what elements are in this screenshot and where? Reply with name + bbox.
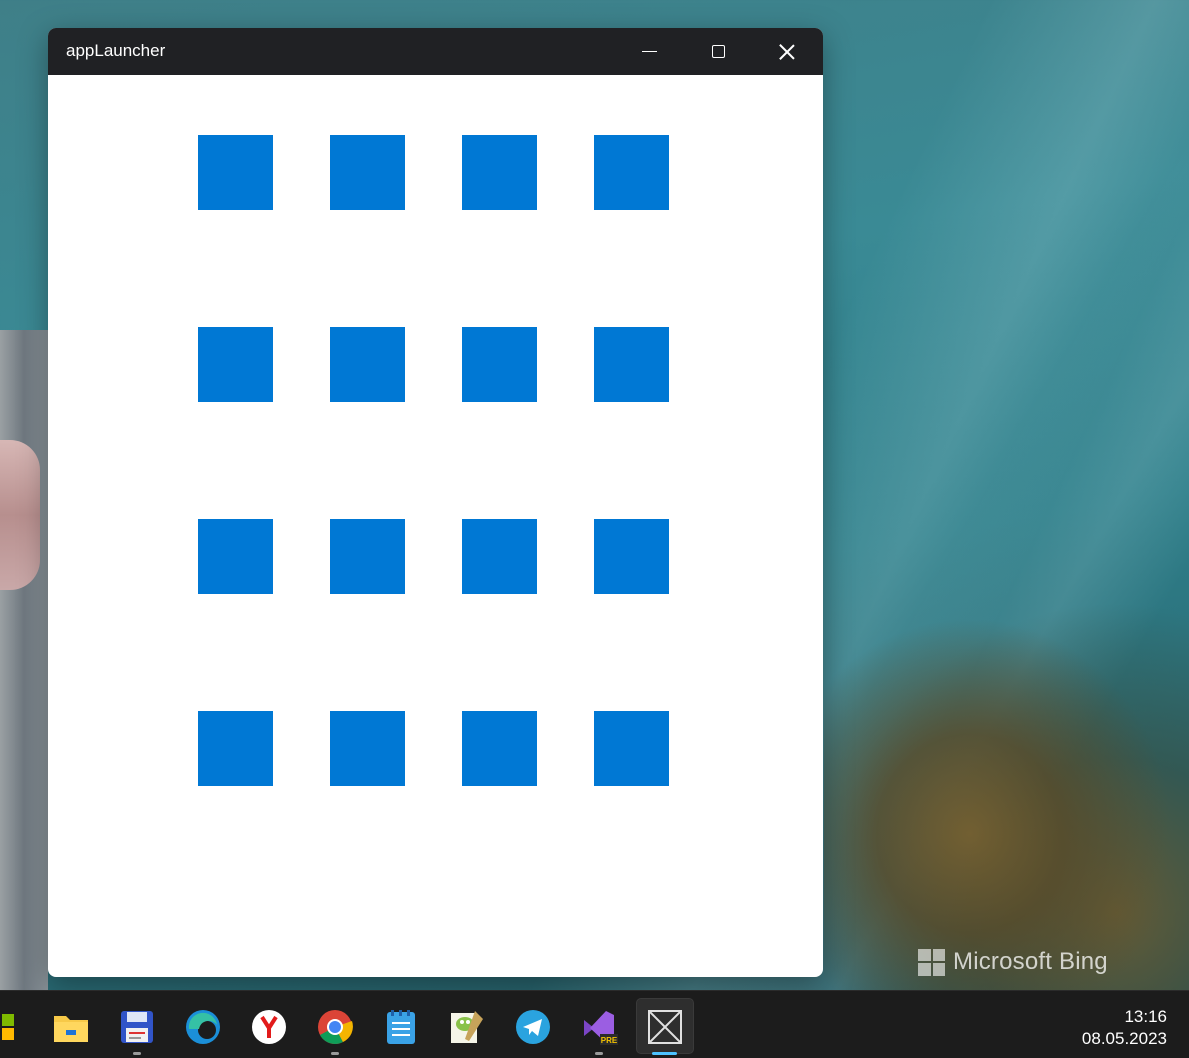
wallpaper-kelp — [824, 600, 1189, 990]
chrome-icon[interactable] — [316, 1008, 354, 1046]
notepad-icon[interactable] — [382, 1008, 420, 1046]
app-tile[interactable] — [330, 135, 405, 210]
windows-start-icon[interactable] — [0, 1008, 20, 1046]
file-explorer-icon[interactable] — [52, 1008, 90, 1046]
app-tile[interactable] — [198, 135, 273, 210]
window-title: appLauncher — [66, 41, 166, 60]
yandex-browser-icon[interactable] — [250, 1008, 288, 1046]
maximize-button[interactable] — [684, 28, 752, 75]
wallpaper-seal-mouth — [0, 440, 40, 590]
app-tile[interactable] — [330, 327, 405, 402]
system-clock[interactable]: 13:16 08.05.2023 — [1082, 1006, 1167, 1050]
clock-time: 13:16 — [1124, 1007, 1167, 1026]
taskbar: PRE 13:16 08.05.2023 — [0, 990, 1189, 1058]
minimize-icon — [641, 50, 657, 53]
app-tile[interactable] — [330, 711, 405, 786]
telegram-icon[interactable] — [514, 1008, 552, 1046]
taskbar-active-indicator — [652, 1052, 677, 1055]
maximize-icon — [711, 45, 725, 58]
app-tile[interactable] — [462, 327, 537, 402]
app-tile[interactable] — [198, 327, 273, 402]
floppy-disk-icon[interactable] — [118, 1008, 156, 1046]
app-tile[interactable] — [462, 711, 537, 786]
app-tile[interactable] — [330, 519, 405, 594]
close-icon — [779, 44, 795, 60]
svg-text:PRE: PRE — [601, 1036, 618, 1045]
app-tile[interactable] — [462, 135, 537, 210]
minimize-button[interactable] — [615, 28, 683, 75]
bing-watermark: Microsoft Bing — [918, 948, 1108, 976]
title-bar[interactable]: appLauncher — [48, 28, 823, 75]
wallpaper-seal — [0, 330, 48, 990]
app-tile[interactable] — [594, 519, 669, 594]
edge-icon[interactable] — [184, 1008, 222, 1046]
clock-date: 08.05.2023 — [1081, 1029, 1167, 1048]
visual-studio-preview-icon[interactable]: PRE — [580, 1008, 618, 1046]
app-tile[interactable] — [594, 327, 669, 402]
bing-watermark-text: Microsoft Bing — [953, 948, 1108, 975]
taskbar-running-indicator — [331, 1052, 339, 1055]
taskbar-running-indicator — [133, 1052, 141, 1055]
app-window: appLauncher — [48, 28, 823, 977]
taskbar-running-indicator — [595, 1052, 603, 1055]
app-tile[interactable] — [198, 519, 273, 594]
notepad-plus-plus-icon[interactable] — [448, 1008, 486, 1046]
app-tile[interactable] — [198, 711, 273, 786]
applauncher-icon[interactable] — [646, 1008, 684, 1046]
bing-logo-icon — [918, 948, 945, 976]
close-button[interactable] — [753, 28, 821, 75]
app-tile[interactable] — [462, 519, 537, 594]
app-tile[interactable] — [594, 135, 669, 210]
app-tile[interactable] — [594, 711, 669, 786]
